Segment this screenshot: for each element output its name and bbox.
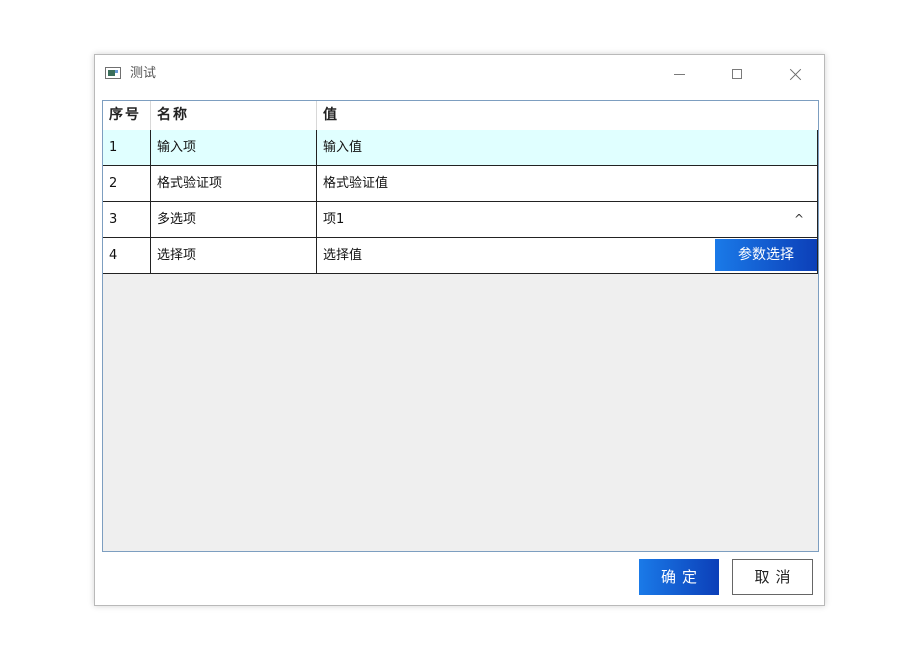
title-bar[interactable]: 测试 [95,55,824,93]
minimize-icon [673,73,685,75]
select-value[interactable]: 选择值 参数选择 [317,238,818,273]
parameter-grid[interactable]: 序号 名称 值 1 输入项 输入值 2 格式验证项 格式验证值 3 多选项 项1… [102,100,819,552]
row-value-input[interactable]: 输入值 [317,130,818,165]
header-value[interactable]: 值 [317,101,818,130]
minimize-button[interactable] [656,55,702,93]
window-title: 测试 [130,66,157,81]
row-name: 格式验证项 [151,166,317,201]
header-index[interactable]: 序号 [103,101,151,130]
table-row[interactable]: 1 输入项 输入值 [103,130,818,166]
row-index: 3 [103,202,151,237]
row-name: 输入项 [151,130,317,165]
ok-button[interactable]: 确定 [639,559,719,595]
dialog-window: 测试 序号 名称 值 1 输入项 输入值 2 格式验证项 格式验证值 3 多选项… [94,54,825,606]
multiselect-value[interactable]: 项1 ^ [317,202,818,237]
row-name: 选择项 [151,238,317,273]
row-index: 2 [103,166,151,201]
table-row[interactable]: 3 多选项 项1 ^ [103,202,818,238]
header-name[interactable]: 名称 [151,101,317,130]
grid-header: 序号 名称 值 [103,101,818,131]
select-value-text: 选择值 [323,248,363,263]
table-row[interactable]: 4 选择项 选择值 参数选择 [103,238,818,274]
table-row[interactable]: 2 格式验证项 格式验证值 [103,166,818,202]
maximize-button[interactable] [714,55,760,93]
row-index: 1 [103,130,151,165]
maximize-icon [732,69,742,79]
app-window-icon [105,67,121,79]
param-select-button[interactable]: 参数选择 [715,239,817,271]
close-button[interactable] [772,55,818,93]
chevron-up-icon[interactable]: ^ [794,202,804,237]
row-index: 4 [103,238,151,273]
multiselect-selected-text: 项1 [323,212,345,227]
row-name: 多选项 [151,202,317,237]
row-value-input[interactable]: 格式验证值 [317,166,818,201]
cancel-button[interactable]: 取消 [732,559,813,595]
close-icon [789,68,802,81]
